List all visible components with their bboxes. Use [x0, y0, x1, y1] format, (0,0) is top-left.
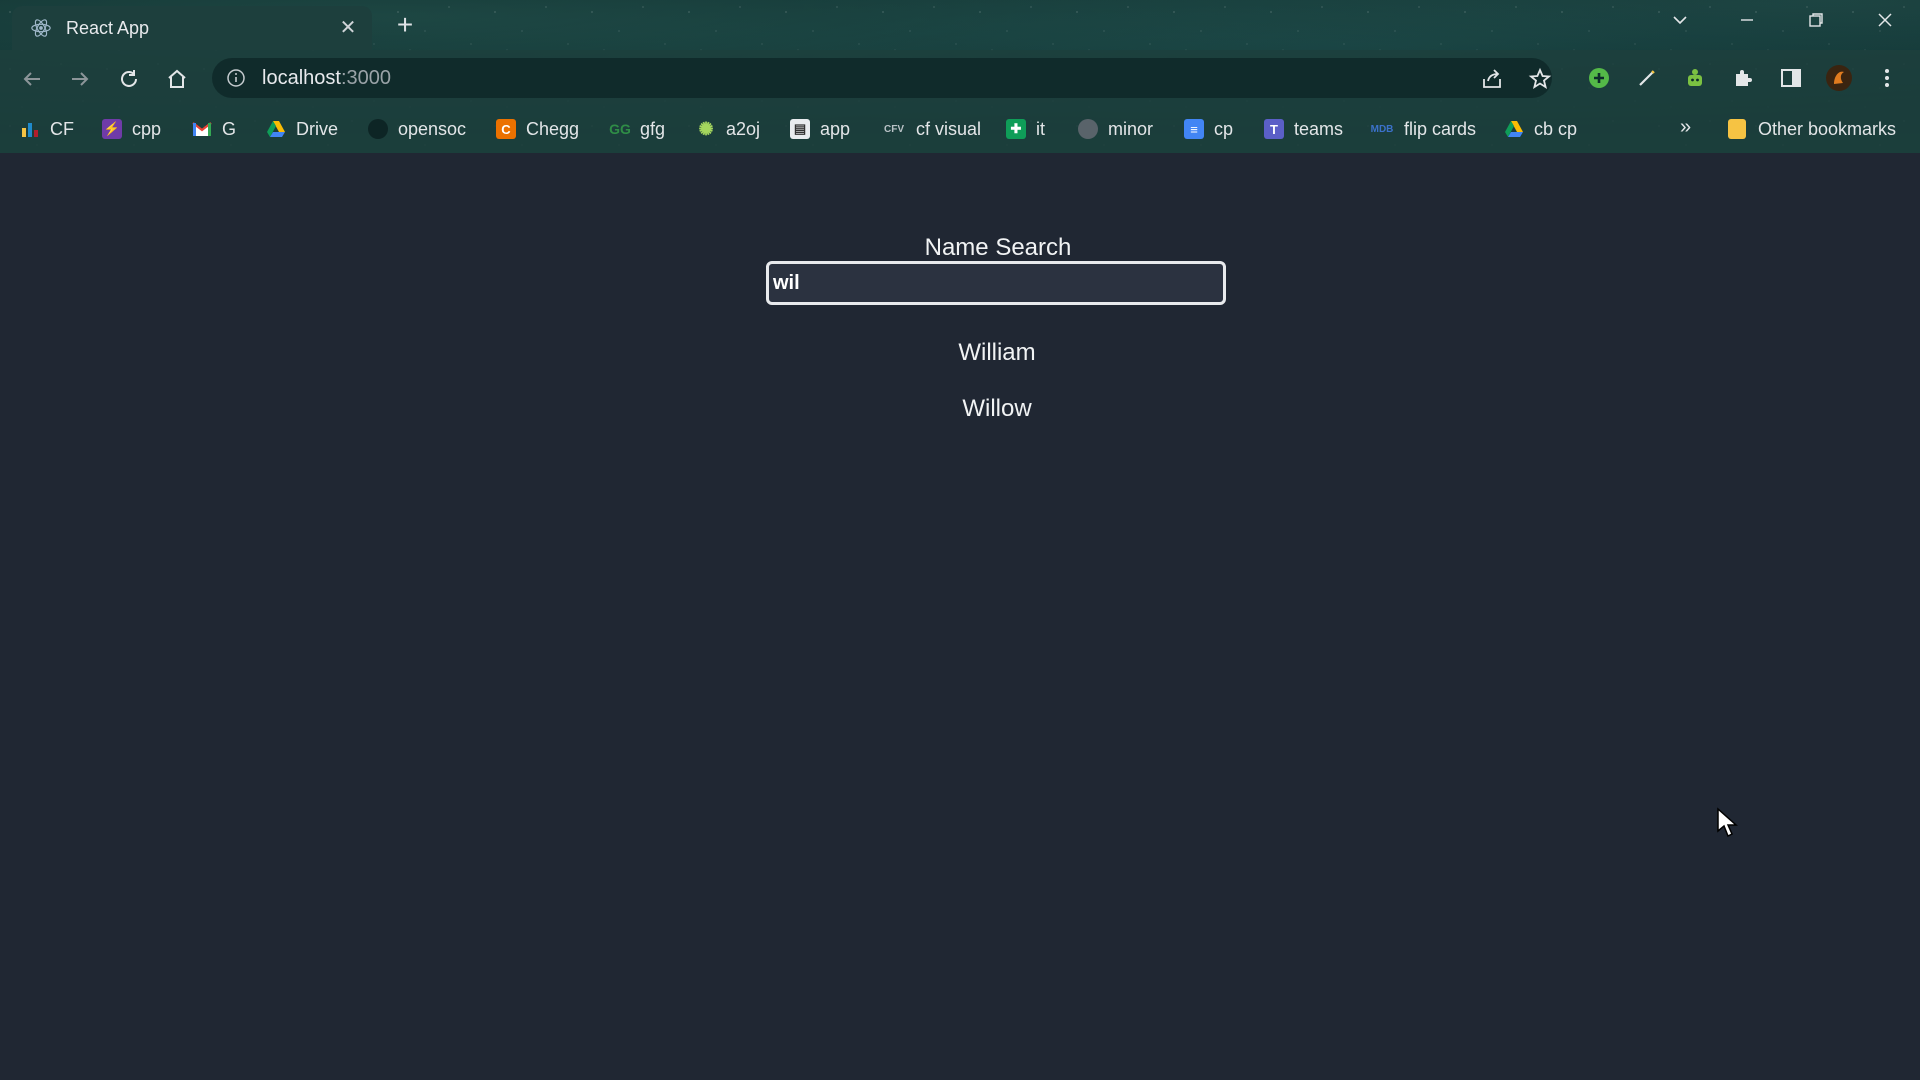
bookmark-label: opensoc [398, 118, 467, 139]
bookmark-chegg[interactable]: C Chegg [496, 114, 579, 144]
address-bar[interactable]: localhost:3000 [212, 58, 1552, 98]
cfv-icon: CFV [884, 123, 904, 135]
folder-icon [1728, 119, 1746, 139]
other-bookmarks[interactable]: Other bookmarks [1728, 114, 1896, 144]
bookmark-g[interactable]: G [192, 114, 236, 144]
bookmark-label: CF [50, 118, 74, 139]
pen-icon[interactable] [1631, 62, 1663, 94]
bookmark-it[interactable]: ✚ it [1006, 114, 1045, 144]
bookmark-label: flip cards [1404, 118, 1477, 139]
site-info-icon[interactable] [226, 68, 246, 88]
bar-chart-icon [20, 119, 40, 139]
url-text[interactable]: localhost:3000 [262, 67, 391, 90]
profile-avatar-icon[interactable] [1823, 62, 1855, 94]
reload-icon[interactable] [113, 63, 145, 95]
bookmark-label: Drive [296, 118, 339, 139]
extension-plus-icon[interactable] [1583, 62, 1615, 94]
page-title: Name Search [924, 234, 1072, 261]
mouse-cursor-icon [1717, 807, 1738, 838]
bookmark-minor[interactable]: minor [1078, 114, 1153, 144]
bookmark-cf-visual[interactable]: CFV cf visual [882, 114, 981, 144]
tab-react-app[interactable]: React App ✕ [12, 6, 372, 50]
close-window-icon[interactable] [1865, 8, 1905, 38]
new-tab-button[interactable]: + [390, 11, 420, 41]
github-icon [368, 119, 388, 139]
url-host: localhost [262, 67, 341, 89]
bolt-icon: ⚡ [102, 119, 122, 139]
gfg-icon: GG [609, 121, 631, 137]
other-bookmarks-label: Other bookmarks [1758, 118, 1897, 139]
browser-toolbar: localhost:3000 [0, 50, 1920, 106]
back-arrow-icon[interactable] [16, 63, 48, 95]
docs-icon: ≡ [1184, 119, 1204, 139]
bookmark-cf[interactable]: CF [20, 114, 74, 144]
tab-strip: React App ✕ + [0, 0, 1920, 50]
bookmark-star-icon[interactable] [1528, 67, 1552, 91]
teams-icon: T [1264, 119, 1284, 139]
results-list: William Willow [0, 329, 1920, 441]
bookmark-label: minor [1108, 118, 1154, 139]
bookmark-a2oj[interactable]: ✺ a2oj [696, 114, 760, 144]
bookmark-label: cpp [132, 118, 162, 139]
tab-close-icon[interactable]: ✕ [335, 15, 361, 41]
bookmark-teams[interactable]: T teams [1264, 114, 1343, 144]
bookmark-label: teams [1294, 118, 1344, 139]
browser-chrome: React App ✕ + localhost:3000 CF ⚡ cpp G … [0, 0, 1920, 153]
extension-robot-icon[interactable] [1679, 62, 1711, 94]
gear-face-icon: ✺ [698, 118, 714, 139]
minimize-icon[interactable] [1727, 8, 1767, 38]
more-bookmarks-button[interactable]: » [1680, 116, 1691, 139]
react-atom-icon [31, 19, 51, 37]
chegg-icon: C [496, 119, 516, 139]
bookmark-label: G [222, 118, 237, 139]
bookmark-opensoc[interactable]: opensoc [368, 114, 466, 144]
drive-icon [1504, 119, 1524, 139]
bookmark-label: app [820, 118, 851, 139]
puzzle-icon[interactable] [1727, 62, 1759, 94]
mdb-icon: MDB [1370, 123, 1394, 135]
sheets-icon: ✚ [1006, 119, 1026, 139]
globe-icon [1078, 119, 1098, 139]
bookmark-flip-cards[interactable]: MDB flip cards [1370, 114, 1476, 144]
gmail-icon [192, 119, 212, 139]
tab-title: React App [66, 18, 150, 38]
page-content: Name Search William Willow [0, 154, 1920, 1080]
tab-search-icon[interactable] [1660, 8, 1700, 38]
drive-icon [266, 119, 286, 139]
bookmark-label: cb cp [1534, 118, 1578, 139]
bookmark-gfg[interactable]: GG gfg [609, 114, 666, 144]
bookmark-label: a2oj [726, 118, 761, 139]
bookmark-cb-cp[interactable]: cb cp [1504, 114, 1577, 144]
bookmark-label: cp [1214, 118, 1234, 139]
side-panel-icon[interactable] [1775, 62, 1807, 94]
bookmark-label: Chegg [526, 118, 580, 139]
home-icon[interactable] [161, 63, 193, 95]
bookmark-cp[interactable]: ≡ cp [1184, 114, 1233, 144]
kebab-menu-icon[interactable] [1871, 62, 1903, 94]
share-icon[interactable] [1480, 67, 1504, 91]
bookmark-label: it [1036, 118, 1045, 139]
restore-icon[interactable] [1796, 8, 1836, 38]
bookmarks-bar: CF ⚡ cpp G Drive opensoc C Chegg GG gfg … [0, 106, 1920, 153]
bookmark-drive[interactable]: Drive [266, 114, 338, 144]
list-item: Willow [962, 395, 1032, 422]
bookmark-cpp[interactable]: ⚡ cpp [102, 114, 161, 144]
bookmark-app[interactable]: ▤ app [790, 114, 850, 144]
forward-arrow-icon[interactable] [64, 63, 96, 95]
list-item: William [958, 339, 1036, 366]
search-input[interactable] [766, 261, 1226, 305]
bookmark-label: gfg [640, 118, 666, 139]
notebook-icon: ▤ [790, 119, 810, 139]
bookmark-label: cf visual [916, 118, 982, 139]
url-port: :3000 [340, 67, 391, 89]
